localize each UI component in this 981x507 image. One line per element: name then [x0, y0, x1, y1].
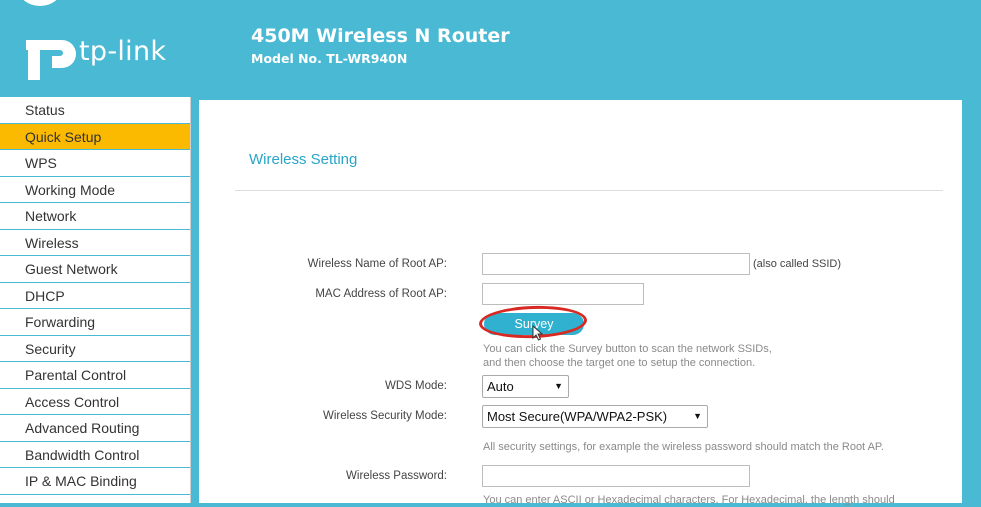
main-panel: Wireless Setting Wireless Name of Root A…: [199, 100, 962, 506]
security-mode-select[interactable]: Most Secure(WPA/WPA2-PSK) ▼: [482, 405, 708, 428]
sidebar-item-advanced-routing[interactable]: Advanced Routing: [0, 415, 190, 442]
password-input[interactable]: [482, 465, 750, 487]
password-label: Wireless Password:: [346, 470, 447, 482]
sidebar-item-access-control[interactable]: Access Control: [0, 389, 190, 415]
sidebar-item-ip-mac-binding[interactable]: IP & MAC Binding: [0, 468, 190, 495]
sidebar-item-status[interactable]: Status: [0, 97, 190, 124]
overlay-circle: [18, 0, 62, 6]
wds-mode-value: Auto: [487, 379, 514, 394]
ssid-input[interactable]: [482, 253, 750, 275]
wds-mode-label: WDS Mode:: [385, 380, 447, 392]
mac-address-input[interactable]: [482, 283, 644, 305]
security-mode-value: Most Secure(WPA/WPA2-PSK): [487, 409, 668, 424]
sidebar-item-guest-network[interactable]: Guest Network: [0, 256, 190, 283]
sidebar-nav: Status Quick Setup WPS Working Mode Netw…: [0, 97, 191, 503]
survey-help-line2: and then choose the target one to setup …: [483, 357, 756, 369]
sidebar-item-security[interactable]: Security: [0, 336, 190, 362]
sidebar-item-quick-setup[interactable]: Quick Setup: [0, 123, 190, 150]
mouse-cursor-icon: [532, 325, 544, 341]
section-divider: [235, 190, 943, 191]
sidebar-item-network[interactable]: Network: [0, 203, 190, 230]
model-number: Model No. TL-WR940N: [251, 51, 408, 66]
header-bar: tp-link 450M Wireless N Router Model No.…: [0, 0, 981, 96]
product-title: 450M Wireless N Router: [251, 25, 510, 47]
sidebar-item-working-mode[interactable]: Working Mode: [0, 177, 190, 203]
sidebar-item-wps[interactable]: WPS: [0, 150, 190, 177]
sidebar-item-bandwidth-control[interactable]: Bandwidth Control: [0, 442, 190, 468]
mac-label: MAC Address of Root AP:: [315, 288, 447, 300]
password-help: You can enter ASCII or Hexadecimal chara…: [483, 494, 895, 506]
ssid-note: (also called SSID): [753, 258, 842, 270]
security-mode-label: Wireless Security Mode:: [323, 410, 447, 422]
sidebar-item-parental-control[interactable]: Parental Control: [0, 362, 190, 389]
dropdown-arrow-icon: ▼: [554, 381, 563, 391]
ssid-label: Wireless Name of Root AP:: [307, 258, 447, 270]
sidebar-item-dhcp[interactable]: DHCP: [0, 283, 190, 309]
sidebar-item-wireless[interactable]: Wireless: [0, 230, 190, 256]
section-title: Wireless Setting: [249, 151, 358, 168]
sidebar-item-forwarding[interactable]: Forwarding: [0, 309, 190, 336]
security-help: All security settings, for example the w…: [483, 441, 884, 453]
dropdown-arrow-icon: ▼: [693, 411, 702, 421]
brand-name: tp-link: [79, 36, 167, 67]
wds-mode-select[interactable]: Auto ▼: [482, 375, 569, 398]
survey-help-line1: You can click the Survey button to scan …: [483, 343, 772, 355]
